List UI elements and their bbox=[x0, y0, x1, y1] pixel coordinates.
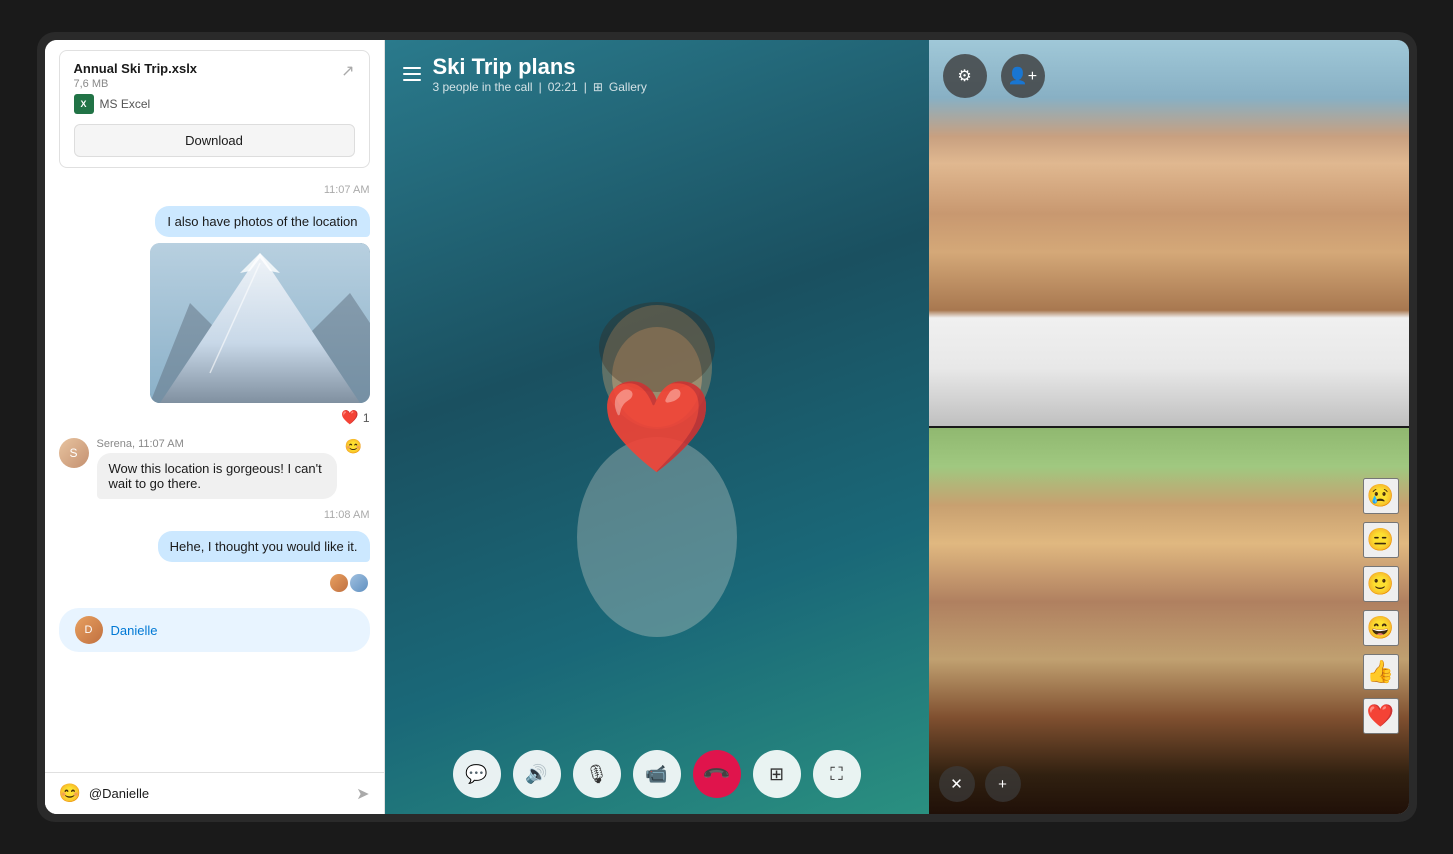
call-controls: 💬 🔊 🎙 📹 📞 ⊞ ⛶ bbox=[453, 750, 861, 798]
add-person-button[interactable]: 👤+ bbox=[1001, 54, 1045, 98]
video-icon: 📹 bbox=[645, 764, 667, 785]
timestamp-1107: 11:07 AM bbox=[59, 184, 370, 196]
close-icon: ✕ bbox=[950, 775, 963, 793]
meta-separator-2: | bbox=[584, 80, 587, 94]
danielle-name: Danielle bbox=[111, 623, 158, 638]
file-type-row: X MS Excel bbox=[74, 94, 355, 114]
microphone-button[interactable]: 🎙 bbox=[573, 750, 621, 798]
heart-reaction: ❤️ bbox=[341, 409, 358, 426]
emoji-smile[interactable]: 🙂 bbox=[1363, 566, 1399, 602]
micro-avatar-1 bbox=[328, 572, 350, 594]
video-button[interactable]: 📹 bbox=[633, 750, 681, 798]
gallery-label: Gallery bbox=[609, 80, 647, 94]
serena-message-row: S Serena, 11:07 AM Wow this location is … bbox=[59, 438, 370, 499]
settings-button[interactable]: ⚙ bbox=[943, 54, 987, 98]
chat-messages: Annual Ski Trip.xslx 7,6 MB ↗ X MS Excel… bbox=[45, 40, 384, 772]
video-tile-bottom: 😢 😑 🙂 😄 👍 ❤️ ✕ + bbox=[929, 428, 1409, 814]
file-attachment: Annual Ski Trip.xslx 7,6 MB ↗ X MS Excel… bbox=[59, 50, 370, 168]
chat-panel: Annual Ski Trip.xslx 7,6 MB ↗ X MS Excel… bbox=[45, 40, 385, 814]
video-bottom-controls: ✕ + bbox=[939, 766, 1021, 802]
hamburger-line-2 bbox=[403, 73, 421, 75]
settings-icon: ⚙ bbox=[957, 66, 971, 86]
add-button[interactable]: + bbox=[985, 766, 1021, 802]
excel-icon: X bbox=[74, 94, 94, 114]
serena-sender-name: Serena, 11:07 AM bbox=[97, 438, 337, 450]
file-header: Annual Ski Trip.xslx 7,6 MB ↗ bbox=[74, 61, 355, 90]
close-emoji-button[interactable]: ✕ bbox=[939, 766, 975, 802]
emoji-neutral[interactable]: 😑 bbox=[1363, 522, 1399, 558]
mountain-photo bbox=[150, 243, 370, 403]
emoji-cry[interactable]: 😢 bbox=[1363, 478, 1399, 514]
photo-bubble bbox=[150, 243, 370, 403]
emoji-reaction-button[interactable]: 😊 bbox=[345, 438, 362, 455]
screen-share-icon: ⊞ bbox=[769, 764, 784, 785]
mic-icon: 🎙 bbox=[585, 764, 608, 785]
video-header: Ski Trip plans 3 people in the call | 02… bbox=[385, 40, 929, 108]
video-grid: ⚙ 👤+ bbox=[929, 40, 1409, 814]
share-icon: ↗ bbox=[341, 63, 354, 80]
timestamp-1108: 11:08 AM bbox=[59, 509, 370, 521]
call-meta: 3 people in the call | 02:21 | ⊞ Gallery bbox=[433, 80, 647, 94]
emoji-thumbsup[interactable]: 👍 bbox=[1363, 654, 1399, 690]
add-icon: + bbox=[998, 776, 1007, 793]
danielle-avatar-small: D bbox=[75, 616, 103, 644]
reaction-count: 1 bbox=[363, 411, 370, 425]
hamburger-line-1 bbox=[403, 67, 421, 69]
call-info: Ski Trip plans 3 people in the call | 02… bbox=[433, 54, 647, 94]
add-person-icon: 👤+ bbox=[1008, 66, 1037, 86]
call-title: Ski Trip plans bbox=[433, 54, 647, 80]
serena-bubble: Wow this location is gorgeous! I can't w… bbox=[97, 453, 337, 499]
outgoing-bubble-1: I also have photos of the location bbox=[155, 206, 369, 237]
video-main: Ski Trip plans 3 people in the call | 02… bbox=[385, 40, 929, 814]
download-button[interactable]: Download bbox=[74, 124, 355, 157]
group-avatar-row bbox=[59, 572, 370, 594]
heart-emoji-overlay: ❤️ bbox=[600, 375, 712, 480]
emoji-picker-button[interactable]: 😊 bbox=[59, 783, 81, 804]
outgoing-bubble-2: Hehe, I thought you would like it. bbox=[158, 531, 370, 562]
hamburger-line-3 bbox=[403, 79, 421, 81]
send-button[interactable]: ➤ bbox=[356, 784, 369, 804]
serena-avatar: S bbox=[59, 438, 89, 468]
file-size: 7,6 MB bbox=[74, 78, 198, 90]
reaction-row: ❤️ 1 bbox=[341, 409, 369, 426]
emoji-sidebar: 😢 😑 🙂 😄 👍 ❤️ bbox=[1363, 478, 1399, 734]
video-tile-top bbox=[929, 40, 1409, 428]
app-container: Annual Ski Trip.xslx 7,6 MB ↗ X MS Excel… bbox=[45, 40, 1409, 814]
call-duration: 02:21 bbox=[548, 80, 578, 94]
meta-separator-1: | bbox=[539, 80, 542, 94]
mention-chip-container: D Danielle bbox=[59, 608, 370, 652]
speaker-icon: 🔊 bbox=[525, 764, 547, 785]
end-call-icon: 📞 bbox=[701, 759, 732, 790]
screen-share-button[interactable]: ⊞ bbox=[753, 750, 801, 798]
send-icon: ➤ bbox=[356, 786, 369, 803]
file-share-button[interactable]: ↗ bbox=[341, 61, 354, 81]
serena-message-block: Serena, 11:07 AM Wow this location is go… bbox=[97, 438, 337, 499]
emoji-heart[interactable]: ❤️ bbox=[1363, 698, 1399, 734]
speaker-button[interactable]: 🔊 bbox=[513, 750, 561, 798]
fullscreen-button[interactable]: ⛶ bbox=[813, 750, 861, 798]
chat-icon: 💬 bbox=[465, 764, 487, 785]
end-call-button[interactable]: 📞 bbox=[693, 750, 741, 798]
micro-avatar-2 bbox=[348, 572, 370, 594]
file-type-label: MS Excel bbox=[100, 97, 151, 111]
emoji-laugh[interactable]: 😄 bbox=[1363, 610, 1399, 646]
file-info: Annual Ski Trip.xslx 7,6 MB bbox=[74, 61, 198, 90]
chat-button[interactable]: 💬 bbox=[453, 750, 501, 798]
participants-count: 3 people in the call bbox=[433, 80, 533, 94]
bottom-video-face bbox=[929, 428, 1409, 814]
file-name: Annual Ski Trip.xslx bbox=[74, 61, 198, 76]
call-controls-top: ⚙ 👤+ bbox=[943, 54, 1045, 98]
mention-chip: D Danielle bbox=[59, 608, 370, 652]
gallery-icon: ⊞ bbox=[593, 80, 603, 94]
chat-input-area: 😊 ➤ bbox=[45, 772, 384, 814]
device-frame: Annual Ski Trip.xslx 7,6 MB ↗ X MS Excel… bbox=[37, 32, 1417, 822]
fullscreen-icon: ⛶ bbox=[830, 764, 843, 785]
hamburger-menu-button[interactable] bbox=[403, 67, 421, 81]
chat-input[interactable] bbox=[89, 786, 348, 801]
